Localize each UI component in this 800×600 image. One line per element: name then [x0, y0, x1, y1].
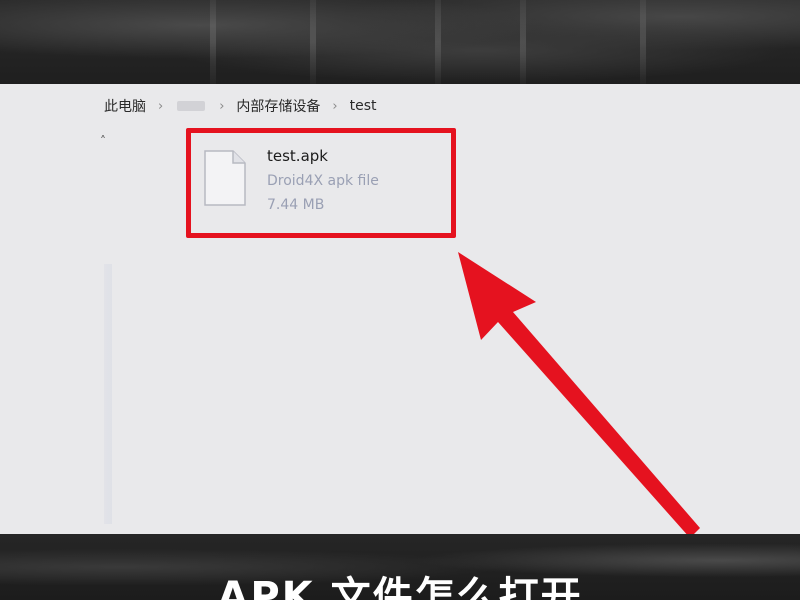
top-background-band [0, 0, 800, 84]
breadcrumb-separator: › [332, 98, 338, 114]
navigation-pane-edge [104, 264, 112, 524]
breadcrumb-test-folder[interactable]: test [346, 98, 381, 114]
file-explorer-window: 此电脑 › › 内部存储设备 › test ˄ test.apk Droid4X… [0, 84, 800, 534]
highlight-box [186, 128, 456, 238]
breadcrumb-this-pc[interactable]: 此电脑 [100, 96, 150, 116]
background-streak [210, 0, 216, 84]
background-streak [520, 0, 526, 84]
breadcrumb-separator: › [219, 98, 225, 114]
breadcrumb-internal-storage[interactable]: 内部存储设备 [232, 96, 324, 116]
bottom-caption-band: APK 文件怎么打开 [0, 534, 800, 600]
background-streak [310, 0, 316, 84]
background-streak [435, 0, 441, 84]
breadcrumb-separator: › [158, 98, 164, 114]
breadcrumb-device-redacted[interactable] [177, 101, 206, 111]
background-streak [640, 0, 646, 84]
breadcrumb: 此电脑 › › 内部存储设备 › test [100, 94, 381, 118]
screen: 此电脑 › › 内部存储设备 › test ˄ test.apk Droid4X… [0, 0, 800, 600]
video-caption: APK 文件怎么打开 [217, 574, 583, 600]
collapse-caret-icon[interactable]: ˄ [100, 134, 106, 148]
